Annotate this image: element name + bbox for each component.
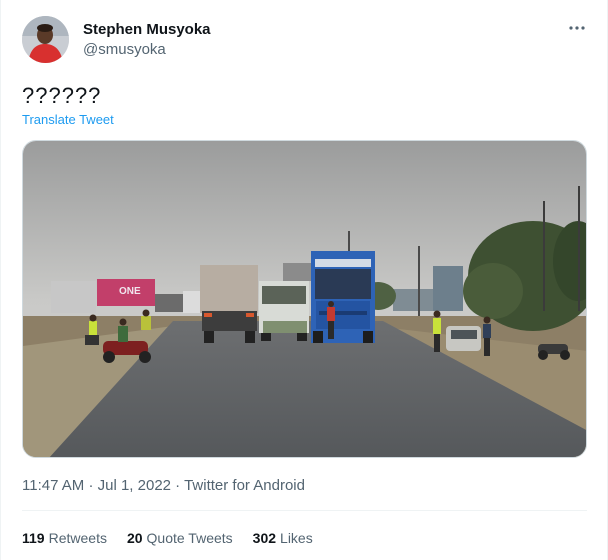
retweets-count: 119 [22,530,45,546]
likes-stat[interactable]: 302 Likes [253,530,313,546]
meta-separator: · [175,477,181,494]
likes-label: Likes [280,530,313,546]
quote-tweets-stat[interactable]: 20 Quote Tweets [127,530,233,546]
tweet-date[interactable]: Jul 1, 2022 [98,477,171,494]
road-photo: ONE [23,141,586,457]
more-options-button[interactable] [566,18,588,38]
meta-separator: · [88,477,94,494]
quote-tweets-count: 20 [126,530,143,546]
tweet-text: ?????? [22,83,102,108]
avatar-photo [22,16,69,63]
retweets-label: Retweets [48,530,107,546]
tweet-card: Stephen Musyoka @smusyoka ?????? Transla… [0,0,608,560]
tweet-stats: 119 Retweets 20 Quote Tweets 302 Likes [22,530,313,546]
tweet-source-app[interactable]: Twitter for Android [184,477,305,494]
divider [22,510,587,511]
retweets-stat[interactable]: 119 Retweets [22,530,107,546]
tweet-media-photo[interactable]: ONE [22,140,587,458]
more-horizontal-icon [569,26,585,30]
truck-sign-text: ONE [119,286,141,297]
quote-tweets-label: Quote Tweets [146,530,233,546]
tweet-timestamp: 11:47 AM · Jul 1, 2022 · Twitter for And… [22,477,305,494]
tweet-time[interactable]: 11:47 AM [22,477,84,494]
likes-count: 302 [252,530,277,546]
translate-tweet-link[interactable]: Translate Tweet [22,112,114,127]
avatar[interactable] [22,16,69,63]
author-handle[interactable]: @smusyoka [83,41,166,58]
author-name[interactable]: Stephen Musyoka [83,21,211,38]
